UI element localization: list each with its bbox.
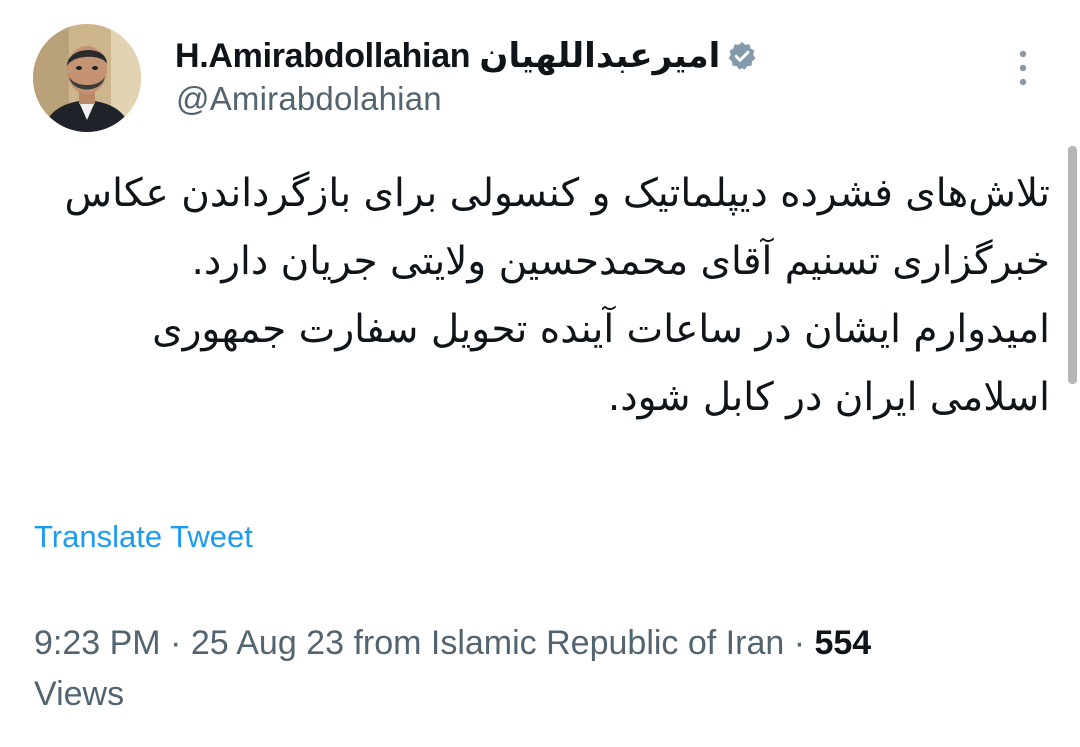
tweet-date[interactable]: 25 Aug 23: [191, 624, 344, 662]
tweet-paragraph: تلاش‌های فشرده دیپلماتیک و کنسولی برای ب…: [64, 171, 1050, 284]
separator: ·: [160, 624, 191, 662]
tweet-text: تلاش‌های فشرده دیپلماتیک و کنسولی برای ب…: [30, 160, 1050, 432]
verified-badge-icon: [726, 40, 758, 72]
separator: ·: [784, 624, 815, 662]
scrollbar[interactable]: [1068, 146, 1077, 384]
author-handle[interactable]: @Amirabdolahian: [176, 80, 442, 118]
author-name-row[interactable]: H.Amirabdollahian امیرعبداللهیان: [175, 34, 758, 78]
more-vertical-icon[interactable]: [1008, 48, 1038, 88]
tweet-time[interactable]: 9:23 PM: [34, 624, 161, 662]
tweet-paragraph: امیدوارم ایشان در ساعات آینده تحویل سفار…: [152, 307, 1050, 420]
views-label: Views: [34, 675, 125, 713]
author-display-name[interactable]: H.Amirabdollahian امیرعبداللهیان: [175, 36, 721, 76]
tweet-location: from Islamic Republic of Iran: [353, 624, 785, 662]
translate-tweet-link[interactable]: Translate Tweet: [34, 519, 253, 555]
views-count: 554: [814, 624, 872, 662]
avatar[interactable]: [33, 24, 141, 132]
profile-photo: [33, 24, 141, 132]
tweet-metadata: 9:23 PM · 25 Aug 23 from Islamic Republi…: [34, 618, 1024, 720]
